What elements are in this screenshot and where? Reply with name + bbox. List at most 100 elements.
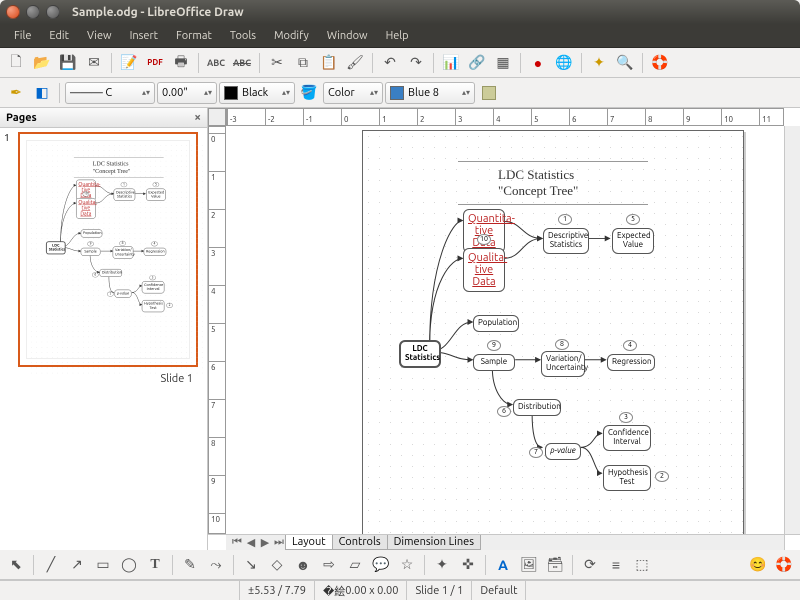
callouts-menu[interactable]: 💬 bbox=[369, 553, 393, 577]
from-file-tool[interactable]: 🖼 bbox=[517, 553, 541, 577]
chart-button[interactable]: 📊 bbox=[439, 51, 463, 75]
node-qual[interactable]: Qualita- tive Data bbox=[76, 198, 96, 219]
node-conf[interactable]: Confidence Interval bbox=[142, 281, 165, 293]
hyperlink-button[interactable]: 🔗 bbox=[465, 51, 489, 75]
node-desc[interactable]: Descriptive Statistics bbox=[543, 228, 589, 254]
line-style-combo[interactable]: ——— C▴▾ bbox=[65, 82, 155, 104]
help-agent-icon[interactable]: 🛟 bbox=[772, 553, 796, 577]
edit-file-button[interactable]: 📝 bbox=[117, 51, 141, 75]
node-pval[interactable]: p-value bbox=[545, 443, 581, 460]
canvas-viewport[interactable]: LDC Statistics "Concept Tree" bbox=[226, 126, 784, 534]
tab-layout[interactable]: Layout bbox=[285, 535, 333, 550]
node-sample[interactable]: Sample bbox=[81, 248, 101, 256]
basic-shapes-menu[interactable]: ◇ bbox=[265, 553, 289, 577]
ellipse-tool[interactable]: ◯ bbox=[117, 553, 141, 577]
pages-panel-close-icon[interactable]: × bbox=[194, 111, 201, 124]
fill-color-combo[interactable]: Blue 8▴▾ bbox=[385, 82, 475, 104]
redo-button[interactable]: ↷ bbox=[404, 51, 428, 75]
points-tool[interactable]: ✦ bbox=[430, 553, 454, 577]
tab-nav-last-icon[interactable]: ⏭ bbox=[272, 536, 286, 549]
tab-dimension-lines[interactable]: Dimension Lines bbox=[387, 535, 481, 550]
drawing-page[interactable]: LDC Statistics "Concept Tree" bbox=[362, 130, 744, 534]
align-tool[interactable]: ≡ bbox=[604, 553, 628, 577]
menu-insert[interactable]: Insert bbox=[122, 27, 166, 45]
node-root[interactable]: LDC Statistics bbox=[46, 241, 66, 254]
fill-mode-combo[interactable]: Color▴▾ bbox=[323, 82, 383, 104]
gallery-tool[interactable]: 🗃 bbox=[543, 553, 567, 577]
email-button[interactable]: ✉ bbox=[82, 51, 106, 75]
format-paintbrush-button[interactable]: 🖌 bbox=[343, 51, 367, 75]
node-hyp[interactable]: Hypothesis Test bbox=[142, 300, 165, 312]
arrange-tool[interactable]: ⬚ bbox=[630, 553, 654, 577]
line-style-button[interactable]: ◧ bbox=[30, 81, 54, 105]
page-1-thumbnail[interactable]: LDC Statistics "Concept Tree" bbox=[18, 132, 198, 367]
vertical-ruler[interactable]: 012345678910 bbox=[208, 126, 226, 534]
node-exp[interactable]: Expected Value bbox=[146, 189, 166, 201]
area-button[interactable]: 🪣 bbox=[297, 81, 321, 105]
node-pop[interactable]: Population bbox=[81, 229, 103, 237]
curve-tool[interactable]: ✎ bbox=[178, 553, 202, 577]
table-button[interactable]: ▦ bbox=[491, 51, 515, 75]
node-desc[interactable]: Descriptive Statistics bbox=[114, 189, 136, 201]
node-reg[interactable]: Regression bbox=[607, 354, 655, 371]
print-button[interactable]: 🖶 bbox=[169, 51, 193, 75]
connector-tool[interactable]: ⤳ bbox=[204, 553, 228, 577]
zoom-button[interactable]: 🔍 bbox=[613, 51, 637, 75]
horizontal-ruler[interactable]: -3-2-101234567891011 bbox=[226, 108, 784, 126]
symbol-shapes-menu[interactable]: ☻ bbox=[291, 553, 315, 577]
node-qual[interactable]: Qualita- tive Data bbox=[463, 248, 505, 292]
agent-icon[interactable]: 😊 bbox=[746, 553, 770, 577]
node-var[interactable]: Variation/ Uncertainty bbox=[541, 351, 585, 377]
menu-format[interactable]: Format bbox=[168, 27, 220, 45]
menu-view[interactable]: View bbox=[79, 27, 120, 45]
node-exp[interactable]: Expected Value bbox=[612, 228, 654, 254]
save-button[interactable]: 💾 bbox=[56, 51, 80, 75]
line-color-combo[interactable]: Black▴▾ bbox=[219, 82, 295, 104]
node-var[interactable]: Variation/ Uncertainty bbox=[113, 246, 134, 258]
horizontal-scrollbar[interactable] bbox=[481, 534, 784, 550]
new-button[interactable]: 🗋 bbox=[4, 51, 28, 75]
pages-panel-body[interactable]: 1 LDC Statistics "Concept Tree" bbox=[0, 128, 207, 550]
rotate-tool[interactable]: ⟳ bbox=[578, 553, 602, 577]
ruler-corner[interactable] bbox=[208, 108, 226, 126]
window-maximize-button[interactable] bbox=[46, 5, 60, 19]
tab-nav-first-icon[interactable]: ⏮ bbox=[230, 536, 244, 549]
vertical-scrollbar[interactable] bbox=[784, 126, 800, 534]
export-pdf-button[interactable]: PDF bbox=[143, 51, 167, 75]
block-arrows-menu[interactable]: ⇨ bbox=[317, 553, 341, 577]
undo-button[interactable]: ↶ bbox=[378, 51, 402, 75]
arrow-tool[interactable]: ↗ bbox=[65, 553, 89, 577]
window-minimize-button[interactable] bbox=[26, 5, 40, 19]
tab-nav-prev-icon[interactable]: ◀ bbox=[244, 536, 258, 549]
lines-menu[interactable]: ↘ bbox=[239, 553, 263, 577]
cut-button[interactable]: ✂ bbox=[265, 51, 289, 75]
menu-file[interactable]: File bbox=[6, 27, 39, 45]
node-hyp[interactable]: Hypothesis Test bbox=[603, 465, 651, 491]
menu-edit[interactable]: Edit bbox=[41, 27, 77, 45]
line-tool[interactable]: ╱ bbox=[39, 553, 63, 577]
menu-modify[interactable]: Modify bbox=[266, 27, 317, 45]
stars-menu[interactable]: ☆ bbox=[395, 553, 419, 577]
globe-button[interactable]: 🌐 bbox=[552, 51, 576, 75]
paste-button[interactable]: 📋 bbox=[317, 51, 341, 75]
rectangle-tool[interactable]: ▭ bbox=[91, 553, 115, 577]
line-width-combo[interactable]: 0.00"▴▾ bbox=[157, 82, 217, 104]
node-reg[interactable]: Regression bbox=[144, 248, 167, 256]
record-button[interactable]: ● bbox=[526, 51, 550, 75]
node-pop[interactable]: Population bbox=[473, 315, 519, 332]
arrow-style-button[interactable]: ✒ bbox=[4, 81, 28, 105]
auto-spellcheck-button[interactable]: ABC bbox=[230, 51, 254, 75]
node-dist[interactable]: Distribution bbox=[100, 269, 123, 277]
select-tool[interactable]: ⬉ bbox=[4, 553, 28, 577]
glue-points-tool[interactable]: ✜ bbox=[456, 553, 480, 577]
fontwork-tool[interactable]: A bbox=[491, 553, 515, 577]
open-button[interactable]: 📂 bbox=[30, 51, 54, 75]
menu-help[interactable]: Help bbox=[378, 27, 417, 45]
copy-button[interactable]: ⧉ bbox=[291, 51, 315, 75]
node-quant[interactable]: Quantita- tive Data bbox=[463, 209, 505, 253]
shadow-button[interactable] bbox=[477, 81, 501, 105]
node-sample[interactable]: Sample bbox=[473, 354, 515, 371]
menu-window[interactable]: Window bbox=[319, 27, 376, 45]
navigator-button[interactable]: ✦ bbox=[587, 51, 611, 75]
spellcheck-button[interactable]: ABC bbox=[204, 51, 228, 75]
